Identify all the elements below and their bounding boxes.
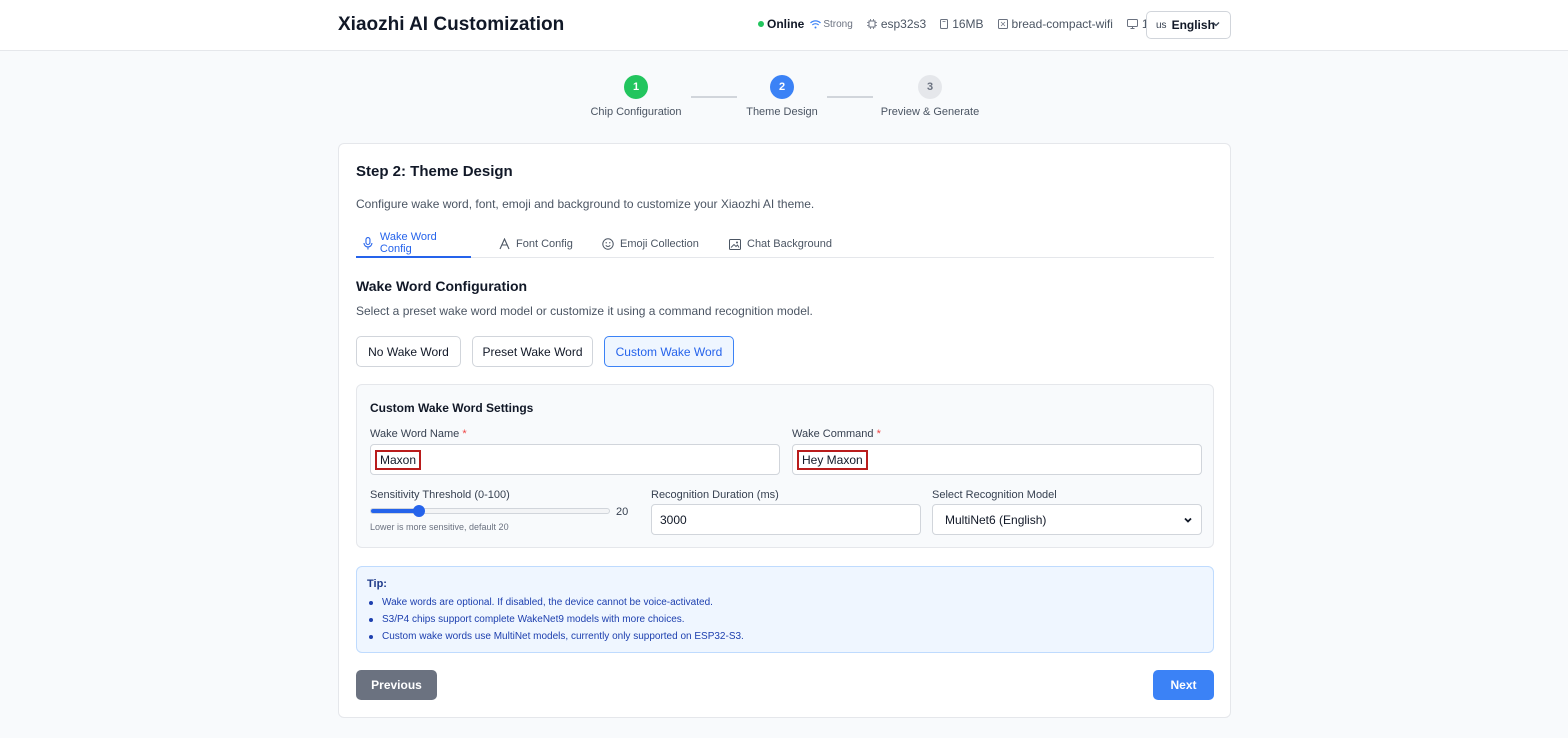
tip-item: Wake words are optional. If disabled, th…	[367, 596, 744, 613]
microphone-icon	[363, 236, 373, 249]
chevron-down-icon	[1184, 517, 1192, 523]
app-header: Xiaozhi AI Customization Online Strong e…	[0, 0, 1568, 51]
sensitivity-slider[interactable]	[370, 505, 610, 517]
flash-info: 16MB	[940, 17, 984, 31]
tab-label: Wake Word Config	[379, 231, 437, 255]
card-description: Configure wake word, font, emoji and bac…	[356, 197, 815, 211]
step-theme-design[interactable]: 2 Theme Design	[732, 75, 832, 118]
settings-title: Custom Wake Word Settings	[370, 401, 534, 415]
tab-chat-background[interactable]: Chat Background	[729, 230, 832, 258]
theme-tabs: Wake Word Config Font Config Emoji Colle…	[356, 230, 1214, 258]
chip-name: esp32s3	[880, 17, 927, 31]
custom-wake-word-settings: Custom Wake Word Settings Wake Word Name…	[356, 384, 1214, 548]
stepper-connector-2	[827, 96, 873, 98]
recognition-model-select[interactable]: MultiNet6 (English)	[932, 504, 1202, 535]
online-indicator-icon	[758, 21, 764, 27]
recognition-model-value: MultiNet6 (English)	[945, 512, 1047, 527]
card-title: Step 2: Theme Design	[356, 163, 513, 180]
tab-label: Chat Background	[747, 238, 832, 250]
sensitivity-label: Sensitivity Threshold (0-100)	[370, 489, 510, 501]
step-1-label: Chip Configuration	[590, 106, 682, 118]
tip-title: Tip:	[367, 578, 387, 590]
us-flag-icon: us	[1156, 19, 1167, 31]
label-text: Wake Word Name	[370, 428, 460, 440]
step-2-label: Theme Design	[746, 106, 818, 118]
device-status-bar: Online Strong esp32s3 16MB bread-compact…	[758, 17, 1195, 31]
sensitivity-hint: Lower is more sensitive, default 20	[370, 522, 509, 532]
recognition-duration-label: Recognition Duration (ms)	[651, 489, 779, 501]
image-icon	[729, 238, 741, 250]
required-marker: *	[876, 428, 881, 440]
preset-wake-word-button[interactable]: Preset Wake Word	[472, 336, 593, 367]
step-3-circle: 3	[918, 75, 942, 99]
tab-wake-word-config[interactable]: Wake Word Config	[356, 230, 471, 258]
chip-info: esp32s3	[866, 17, 927, 31]
tab-emoji-collection[interactable]: Emoji Collection	[602, 230, 699, 258]
tip-item: Custom wake words use MultiNet models, c…	[367, 630, 744, 647]
smiley-icon	[602, 238, 614, 250]
label-text: Wake Command	[792, 428, 874, 440]
board-name: bread-compact-wifi	[1011, 17, 1113, 31]
tip-box: Tip: Wake words are optional. If disable…	[356, 566, 1214, 653]
signal-strength: Strong	[823, 18, 853, 30]
theme-design-card: Step 2: Theme Design Configure wake word…	[338, 143, 1231, 718]
tip-item: S3/P4 chips support complete WakeNet9 mo…	[367, 613, 744, 630]
wake-word-name-value: Maxon	[375, 449, 422, 470]
tab-label: Emoji Collection	[620, 238, 699, 250]
language-select[interactable]: us English	[1146, 11, 1231, 39]
language-label: English	[1171, 18, 1215, 32]
next-button[interactable]: Next	[1153, 670, 1214, 700]
chip-icon	[866, 19, 877, 29]
board-info: bread-compact-wifi	[997, 17, 1113, 31]
wake-word-section-description: Select a preset wake word model or custo…	[356, 304, 813, 318]
slider-fill	[371, 509, 419, 513]
wake-command-value: Hey Maxon	[797, 449, 868, 470]
tip-list: Wake words are optional. If disabled, th…	[367, 596, 744, 647]
wake-word-section-title: Wake Word Configuration	[356, 278, 528, 294]
wake-command-label: Wake Command *	[792, 428, 881, 440]
chevron-down-icon	[1212, 22, 1220, 27]
step-chip-configuration[interactable]: 1 Chip Configuration	[586, 75, 686, 118]
connection-status: Online	[767, 17, 805, 31]
wake-word-name-input[interactable]: Maxon	[370, 444, 780, 475]
step-preview-generate[interactable]: 3 Preview & Generate	[875, 75, 985, 118]
slider-thumb[interactable]	[412, 505, 425, 517]
recognition-duration-input[interactable]: 3000	[651, 504, 921, 535]
app-title: Xiaozhi AI Customization	[338, 14, 565, 35]
sensitivity-value: 20	[616, 506, 629, 518]
flash-size: 16MB	[952, 17, 984, 31]
monitor-icon	[1126, 19, 1138, 29]
recognition-model-label: Select Recognition Model	[932, 489, 1057, 501]
stepper-connector-1	[691, 96, 737, 98]
no-wake-word-button[interactable]: No Wake Word	[356, 336, 461, 367]
previous-button[interactable]: Previous	[356, 670, 437, 700]
tab-label: Font Config	[516, 238, 573, 250]
recognition-duration-value: 3000	[660, 512, 687, 527]
custom-wake-word-button[interactable]: Custom Wake Word	[604, 336, 734, 367]
wake-word-name-label: Wake Word Name *	[370, 428, 467, 440]
wake-command-input[interactable]: Hey Maxon	[792, 444, 1202, 475]
memory-icon	[940, 19, 949, 29]
step-2-circle: 2	[770, 75, 794, 99]
step-1-circle: 1	[624, 75, 648, 99]
font-icon	[499, 238, 510, 250]
required-marker: *	[462, 428, 467, 440]
tab-font-config[interactable]: Font Config	[499, 230, 573, 258]
wifi-icon	[810, 19, 822, 29]
board-icon	[997, 19, 1008, 29]
step-3-label: Preview & Generate	[880, 106, 980, 118]
